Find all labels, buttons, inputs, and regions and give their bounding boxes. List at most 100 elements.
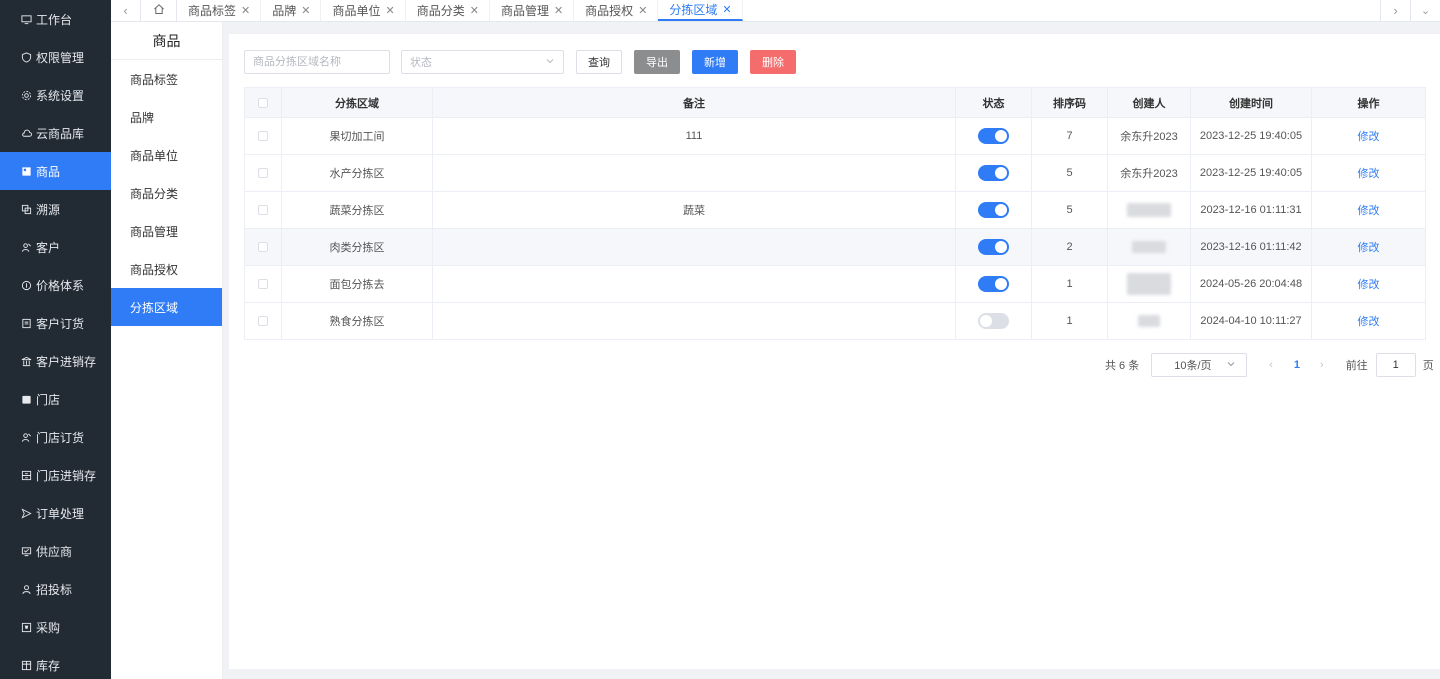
delete-button[interactable]: 删除 [750, 50, 796, 74]
edit-link[interactable]: 修改 [1358, 313, 1380, 329]
table-row[interactable]: 肉类分拣区 2 2023-12-16 01:11:42 修改 [245, 229, 1425, 266]
status-cell [956, 118, 1032, 154]
status-toggle[interactable] [978, 313, 1009, 329]
status-toggle[interactable] [978, 165, 1009, 181]
row-checkbox[interactable] [258, 279, 268, 289]
tab-more-button[interactable]: ⌄ [1410, 0, 1440, 21]
sort-code-cell: 1 [1032, 303, 1108, 339]
trace-icon [20, 203, 32, 215]
tab[interactable]: 商品单位 ✕ [321, 0, 406, 21]
query-button[interactable]: 查询 [576, 50, 622, 74]
close-icon[interactable]: ✕ [241, 4, 250, 17]
submenu-item[interactable]: 商品管理 [111, 212, 222, 250]
tab[interactable]: 商品标签 ✕ [177, 0, 262, 21]
row-checkbox[interactable] [258, 242, 268, 252]
sidebar-item[interactable]: 权限管理 [0, 38, 111, 76]
redacted-creator [1127, 203, 1171, 217]
sidebar-item-label: 工作台 [36, 12, 73, 27]
add-button[interactable]: 新增 [692, 50, 738, 74]
goto-page-input[interactable]: 1 [1375, 353, 1416, 377]
row-select-cell [245, 192, 282, 228]
sidebar-item[interactable]: 订单处理 [0, 494, 111, 532]
close-icon[interactable]: ✕ [301, 4, 310, 17]
sidebar-item[interactable]: 门店订货 [0, 418, 111, 456]
sidebar-item-label: 系统设置 [36, 88, 85, 103]
row-checkbox[interactable] [258, 168, 268, 178]
created-time-cell: 2023-12-16 01:11:42 [1191, 229, 1312, 265]
status-toggle[interactable] [978, 202, 1009, 218]
sort-code-cell: 7 [1032, 118, 1108, 154]
sidebar-item[interactable]: 溯源 [0, 190, 111, 228]
table-row[interactable]: 水产分拣区 5 余东升2023 2023-12-25 19:40:05 修改 [245, 155, 1425, 192]
tab-label: 品牌 [272, 4, 297, 18]
tab[interactable]: 商品分类 ✕ [406, 0, 490, 21]
sidebar-item-label: 供应商 [36, 544, 73, 559]
next-page-button[interactable]: › [1320, 359, 1324, 371]
sidebar-item-label: 库存 [36, 658, 61, 673]
tab-scroll-right-button[interactable]: › [1380, 0, 1410, 21]
edit-link[interactable]: 修改 [1358, 239, 1380, 255]
row-checkbox[interactable] [258, 131, 268, 141]
page-size-select[interactable]: 10条/页 [1151, 353, 1248, 377]
tab[interactable]: 分拣区域 ✕ [658, 0, 743, 21]
row-checkbox[interactable] [258, 205, 268, 215]
submenu-item[interactable]: 分拣区域 [111, 288, 222, 326]
submenu-item[interactable]: 商品单位 [111, 136, 222, 174]
sidebar-item[interactable]: 采购 [0, 608, 111, 646]
tab[interactable]: 商品授权 ✕ [574, 0, 659, 21]
status-select[interactable]: 状态 [401, 50, 564, 74]
submenu-item[interactable]: 品牌 [111, 98, 222, 136]
close-icon[interactable]: ✕ [470, 4, 479, 17]
table-row[interactable]: 熟食分拣区 1 2024-04-10 10:11:27 修改 [245, 303, 1425, 340]
creator-cell [1108, 192, 1191, 228]
cloud-icon [20, 127, 32, 139]
home-tab[interactable] [141, 0, 177, 21]
sidebar-item[interactable]: 工作台 [0, 0, 111, 38]
chevron-down-icon [545, 56, 555, 69]
close-icon[interactable]: ✕ [638, 4, 647, 17]
tab[interactable]: 商品管理 ✕ [490, 0, 575, 21]
submenu-item[interactable]: 商品分类 [111, 174, 222, 212]
edit-link[interactable]: 修改 [1358, 165, 1380, 181]
submenu-item[interactable]: 商品授权 [111, 250, 222, 288]
table-row[interactable]: 蔬菜分拣区 蔬菜 5 2023-12-16 01:11:31 修改 [245, 192, 1425, 229]
status-toggle[interactable] [978, 128, 1009, 144]
sidebar-item[interactable]: 客户进销存 [0, 342, 111, 380]
submenu-item[interactable]: 商品标签 [111, 60, 222, 98]
sidebar-item[interactable]: 商品 [0, 152, 111, 190]
sidebar-item[interactable]: 门店 [0, 380, 111, 418]
sidebar-item[interactable]: 价格体系 [0, 266, 111, 304]
tab-label: 商品单位 [332, 4, 381, 18]
sidebar-item[interactable]: 库存 [0, 646, 111, 679]
sidebar-item[interactable]: 客户 [0, 228, 111, 266]
close-icon[interactable]: ✕ [385, 4, 394, 17]
sidebar-item[interactable]: 供应商 [0, 532, 111, 570]
sidebar-item-label: 门店订货 [36, 430, 85, 445]
tab[interactable]: 品牌 ✕ [261, 0, 322, 21]
close-icon[interactable]: ✕ [722, 3, 731, 16]
sidebar-item[interactable]: 云商品库 [0, 114, 111, 152]
sidebar-item-label: 门店进销存 [36, 468, 97, 483]
column-header: 状态 [956, 88, 1032, 117]
edit-link[interactable]: 修改 [1358, 276, 1380, 292]
region-name-input[interactable] [244, 50, 390, 74]
edit-link[interactable]: 修改 [1358, 202, 1380, 218]
tab-scroll-left-button[interactable]: ‹ [111, 0, 141, 21]
status-toggle[interactable] [978, 276, 1009, 292]
sidebar-item[interactable]: 门店进销存 [0, 456, 111, 494]
edit-link[interactable]: 修改 [1358, 128, 1380, 144]
table-row[interactable]: 果切加工间 111 7 余东升2023 2023-12-25 19:40:05 修改 [245, 118, 1425, 155]
monitor-icon [20, 13, 32, 25]
select-all-checkbox[interactable] [258, 97, 268, 108]
status-toggle[interactable] [978, 239, 1009, 255]
prev-page-button[interactable]: ‹ [1269, 359, 1273, 371]
sidebar-item[interactable]: 客户订货 [0, 304, 111, 342]
table-row[interactable]: 面包分拣去 1 2024-05-26 20:04:48 修改 [245, 266, 1425, 303]
close-icon[interactable]: ✕ [554, 4, 563, 17]
row-checkbox[interactable] [258, 316, 268, 326]
export-button[interactable]: 导出 [634, 50, 680, 74]
sidebar-item[interactable]: 招投标 [0, 570, 111, 608]
current-page-number[interactable]: 1 [1294, 359, 1300, 371]
store-order-icon [20, 431, 32, 443]
sidebar-item[interactable]: 系统设置 [0, 76, 111, 114]
